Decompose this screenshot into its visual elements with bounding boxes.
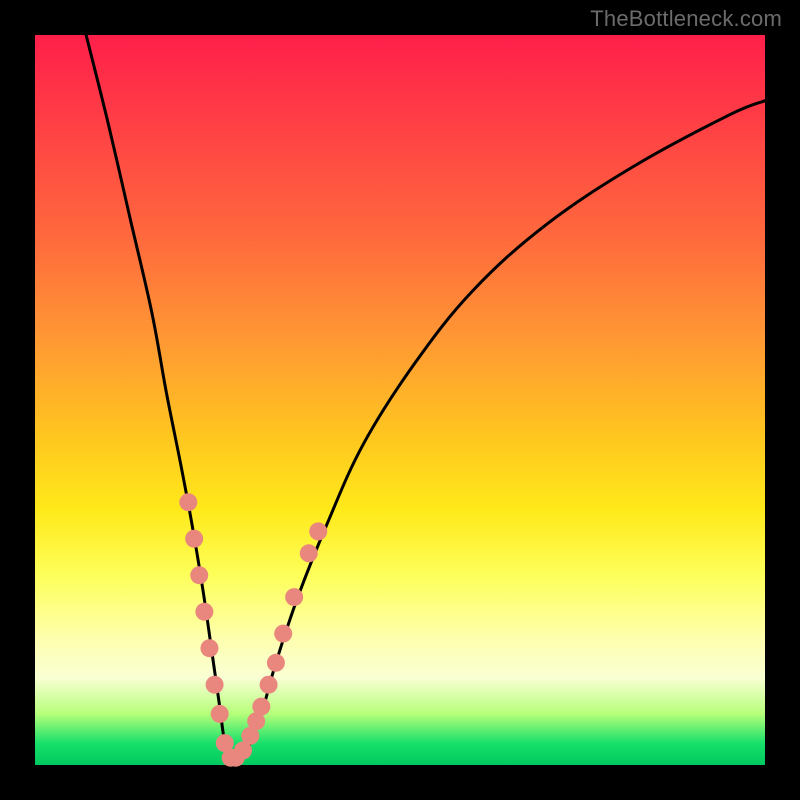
highlight-dot bbox=[285, 588, 303, 606]
highlight-dot bbox=[309, 522, 327, 540]
watermark-text: TheBottleneck.com bbox=[590, 6, 782, 32]
highlight-dot bbox=[195, 603, 213, 621]
highlight-dot bbox=[300, 544, 318, 562]
highlight-dot bbox=[260, 676, 278, 694]
highlight-dot bbox=[211, 705, 229, 723]
highlight-dot bbox=[206, 676, 224, 694]
plot-area bbox=[35, 35, 765, 765]
highlight-dots-group bbox=[179, 493, 327, 767]
highlight-dot bbox=[252, 698, 270, 716]
chart-svg bbox=[35, 35, 765, 765]
highlight-dot bbox=[267, 654, 285, 672]
highlight-dot bbox=[274, 625, 292, 643]
highlight-dot bbox=[179, 493, 197, 511]
highlight-dot bbox=[185, 530, 203, 548]
highlight-dot bbox=[190, 566, 208, 584]
bottleneck-curve-line bbox=[86, 35, 765, 763]
chart-frame: TheBottleneck.com bbox=[0, 0, 800, 800]
highlight-dot bbox=[200, 639, 218, 657]
